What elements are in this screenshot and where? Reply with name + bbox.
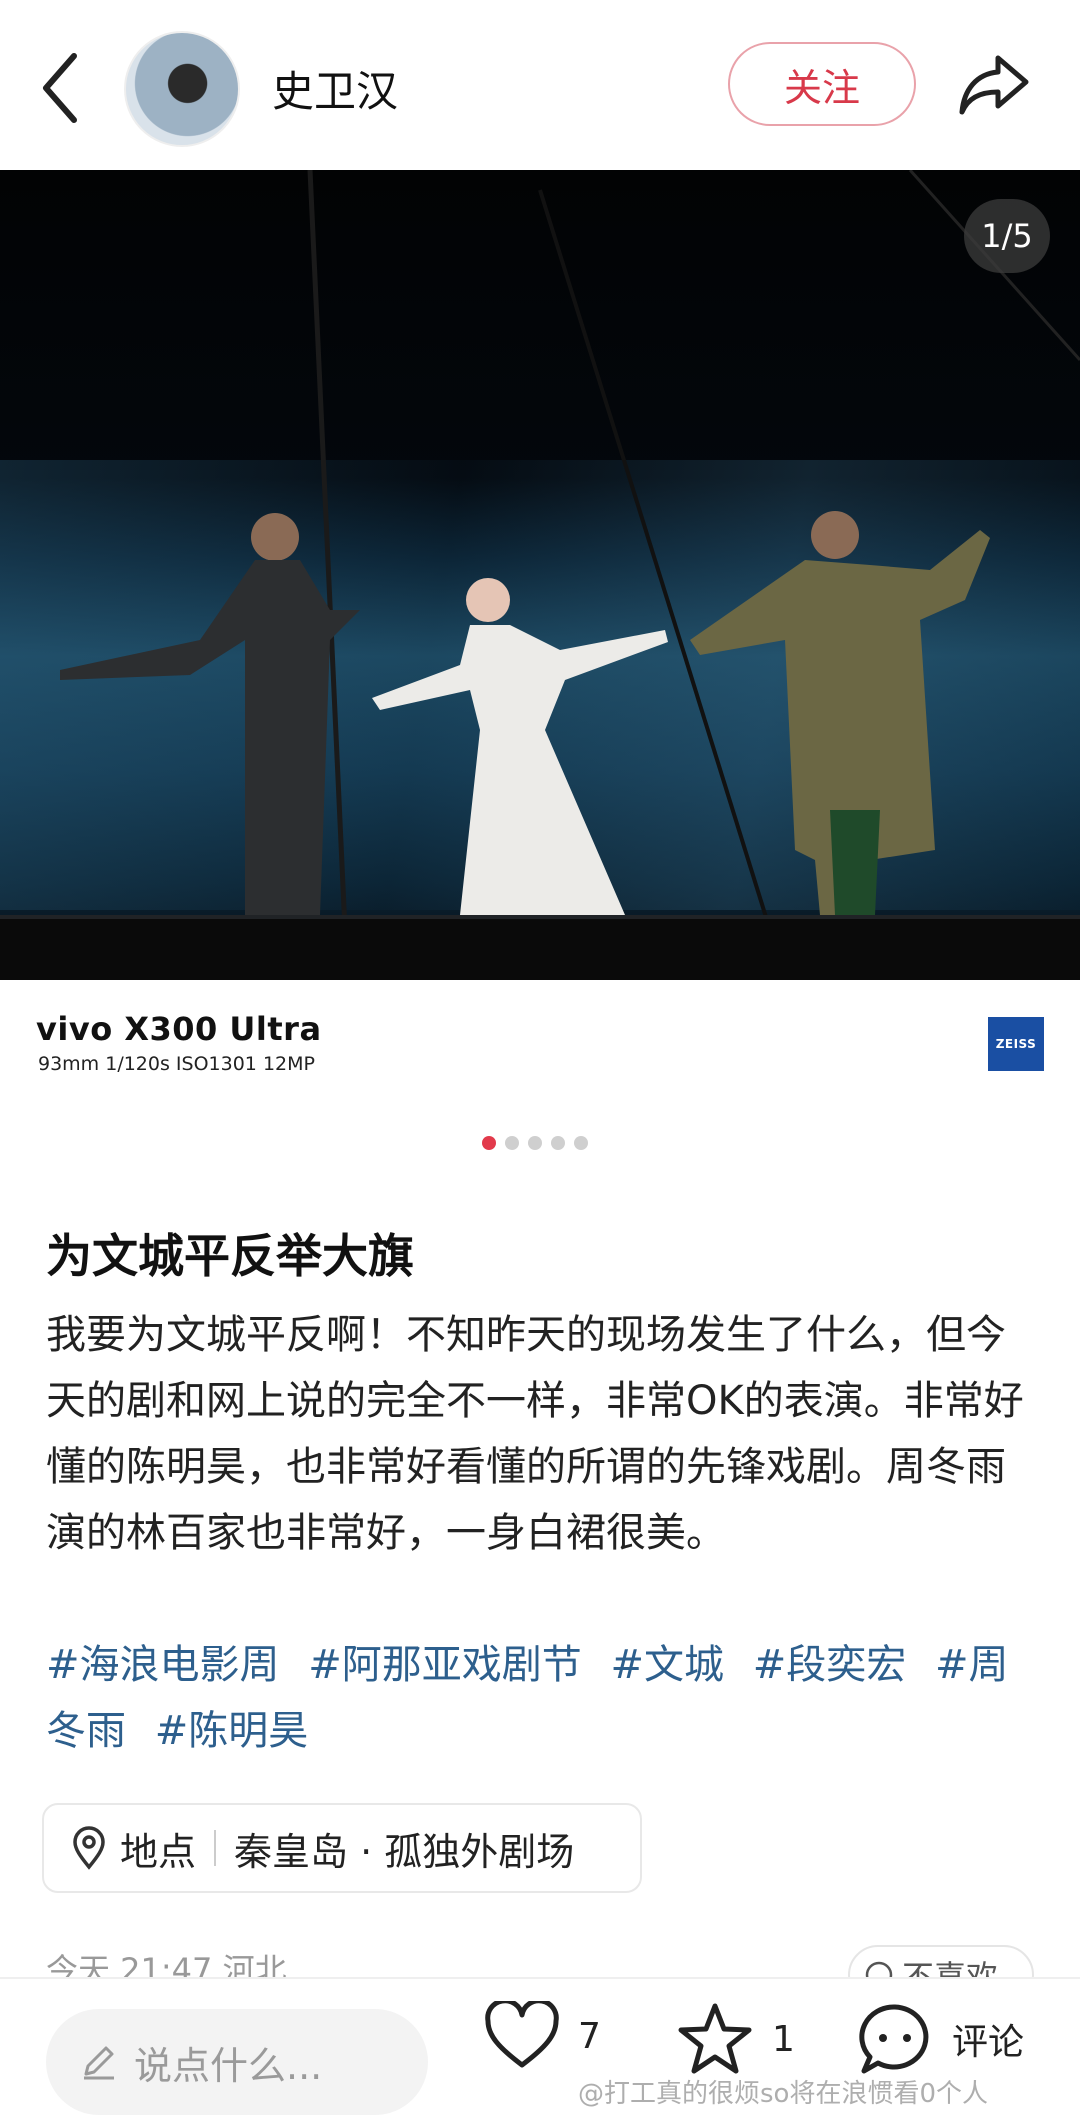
location-pin-icon [73, 1826, 105, 1870]
location-label: 地点 [120, 1829, 197, 1874]
camera-brand: vivo X300 Ultra [36, 1010, 322, 1048]
hashtag-link[interactable]: #陈明昊 [155, 1708, 309, 1754]
back-arrow-icon[interactable] [38, 50, 84, 126]
star-icon [678, 2003, 752, 2074]
comment-button[interactable]: 评论 [856, 2001, 1024, 2077]
post-photo[interactable] [0, 170, 1080, 980]
share-icon[interactable] [958, 52, 1030, 118]
post-title: 为文城平反举大旗 [46, 1229, 414, 1283]
image-pager-badge: 1/5 [964, 199, 1050, 273]
carousel-dot[interactable] [528, 1136, 542, 1150]
carousel-dot[interactable] [505, 1136, 519, 1150]
carousel-dot[interactable] [482, 1136, 496, 1150]
exif-info: 93mm 1/120s ISO1301 12MP [38, 1053, 315, 1075]
location-divider [214, 1830, 217, 1866]
favorite-count: 1 [772, 2018, 795, 2060]
hashtag-link[interactable]: #阿那亚戏剧节 [308, 1642, 582, 1688]
like-button[interactable]: 7 [484, 2001, 601, 2071]
location-chip[interactable]: 地点 秦皇岛 · 孤独外剧场 [42, 1803, 642, 1893]
like-count: 7 [578, 2015, 601, 2057]
comment-input[interactable]: 说点什么... [46, 2009, 428, 2115]
comment-placeholder: 说点什么... [134, 2043, 323, 2088]
location-value: 秦皇岛 · 孤独外剧场 [234, 1829, 575, 1874]
bottom-action-bar: 说点什么... 7 1 评论 @打工真的很烦so将在浪惯看0个人 [0, 1977, 1080, 2121]
post-body: 我要为文城平反啊！不知昨天的现场发生了什么，但今天的剧和网上说的完全不一样，非常… [46, 1312, 1024, 1556]
watermark: @打工真的很烦so将在浪惯看0个人 [578, 2079, 988, 2109]
stage-performers-illustration [60, 170, 1080, 931]
user-avatar[interactable] [124, 31, 240, 147]
stage-floor [0, 915, 1080, 980]
carousel-dot[interactable] [551, 1136, 565, 1150]
follow-button[interactable]: 关注 [728, 42, 916, 126]
carousel-dot[interactable] [574, 1136, 588, 1150]
pencil-icon [84, 2046, 114, 2080]
favorite-button[interactable]: 1 [676, 2001, 795, 2077]
carousel-dots [482, 1136, 588, 1150]
hashtag-list: #海浪电影周 #阿那亚戏剧节 #文城 #段奕宏 #周冬雨 #陈明昊 [46, 1632, 1036, 1764]
hashtag-link[interactable]: #海浪电影周 [46, 1642, 280, 1688]
username[interactable]: 史卫汉 [272, 58, 398, 119]
hashtag-link[interactable]: #文城 [610, 1642, 724, 1688]
zeiss-logo: ZEISS [988, 1017, 1044, 1071]
top-bar: 史卫汉 关注 [0, 0, 1080, 170]
comment-label: 评论 [952, 2022, 1025, 2063]
comment-bubble-icon [859, 2004, 929, 2074]
hashtag-link[interactable]: #段奕宏 [753, 1642, 907, 1688]
heart-icon [485, 2001, 559, 2068]
